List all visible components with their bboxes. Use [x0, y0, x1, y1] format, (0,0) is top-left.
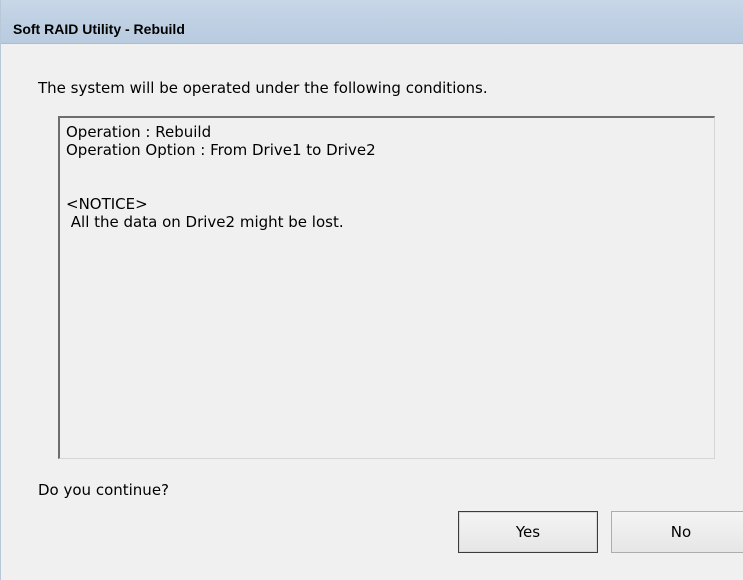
- no-button[interactable]: No: [611, 511, 743, 553]
- operation-option-line: Operation Option : From Drive1 to Drive2: [66, 141, 376, 159]
- window-title: Soft RAID Utility - Rebuild: [13, 21, 185, 37]
- dialog-window: Soft RAID Utility - Rebuild The system w…: [0, 0, 743, 580]
- title-bar[interactable]: Soft RAID Utility - Rebuild: [1, 0, 743, 44]
- operation-line: Operation : Rebuild: [66, 123, 212, 141]
- notice-text: All the data on Drive2 might be lost.: [66, 213, 344, 231]
- intro-text: The system will be operated under the fo…: [38, 79, 488, 97]
- notice-header: <NOTICE>: [66, 195, 148, 213]
- yes-button[interactable]: Yes: [458, 511, 598, 553]
- details-textbox[interactable]: Operation : Rebuild Operation Option : F…: [58, 116, 715, 459]
- continue-question: Do you continue?: [38, 481, 170, 499]
